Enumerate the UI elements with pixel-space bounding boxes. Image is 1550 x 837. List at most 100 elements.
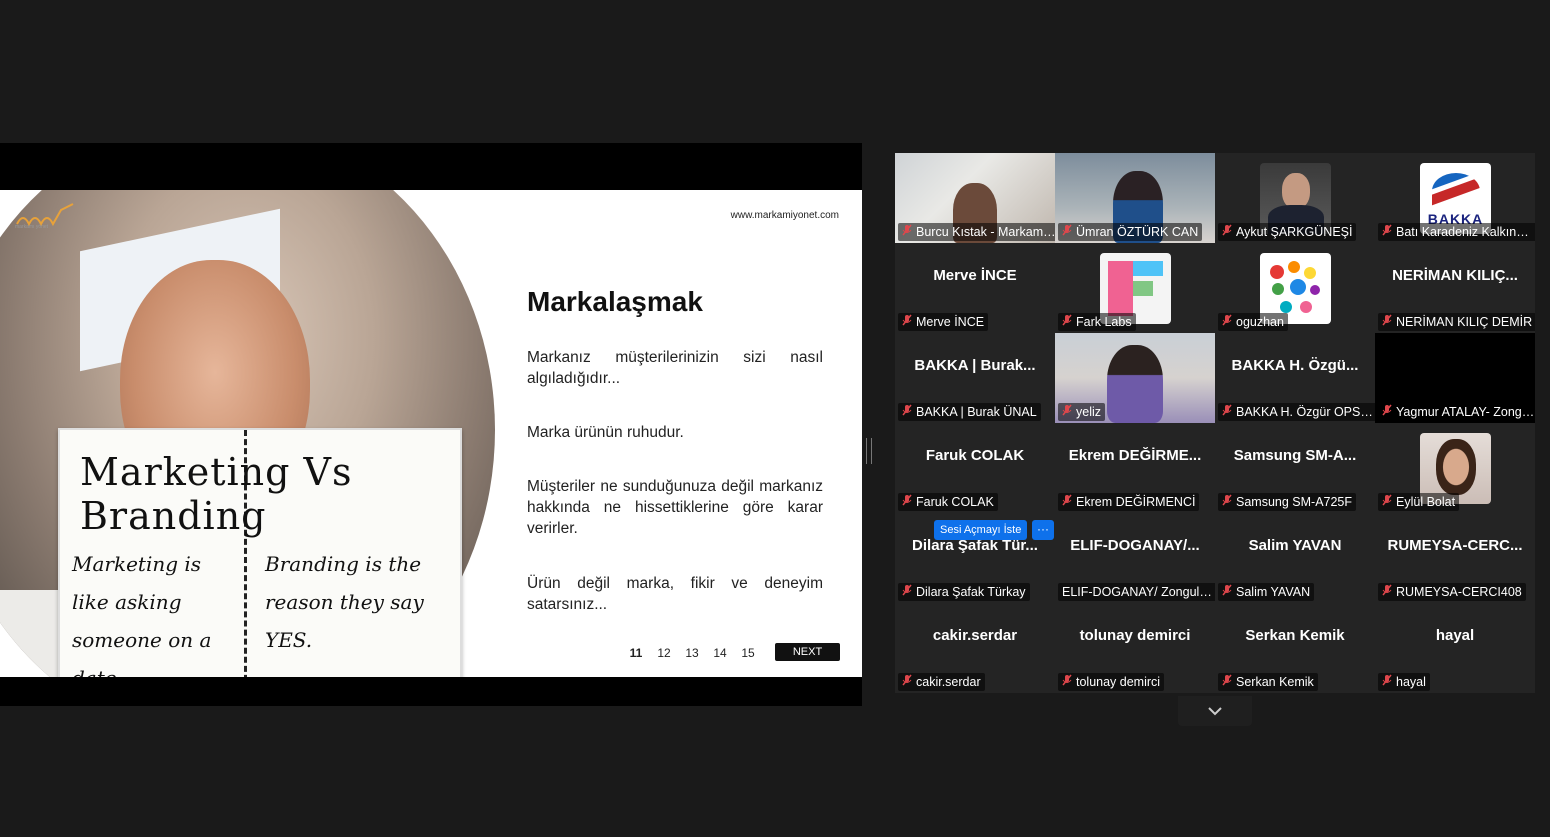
participant-tile[interactable]: Ekrem DEĞİRME... Ekrem DEĞİRMENCİ bbox=[1055, 423, 1215, 513]
participant-tile[interactable]: oguzhan bbox=[1215, 243, 1375, 333]
muted-mic-icon bbox=[1222, 313, 1232, 331]
avatar-dot bbox=[1290, 279, 1306, 295]
participant-display-name: cakir.serdar bbox=[932, 627, 1018, 644]
participant-tile[interactable]: Merve İNCE Merve İNCE bbox=[895, 243, 1055, 333]
participant-label-text: hayal bbox=[1396, 675, 1426, 689]
participant-tile[interactable]: cakir.serdar cakir.serdar bbox=[895, 603, 1055, 693]
participant-tile[interactable]: Burcu Kıstak - Markamı Yönet bbox=[895, 153, 1055, 243]
participant-display-name: Serkan Kemik bbox=[1245, 627, 1345, 644]
muted-mic-icon bbox=[1382, 493, 1392, 511]
avatar-dot bbox=[1310, 285, 1320, 295]
participant-tile[interactable]: BAKKA H. Özgü... BAKKA H. Özgür OPSAR bbox=[1215, 333, 1375, 423]
avatar-shape bbox=[1133, 261, 1163, 276]
participant-tile[interactable]: Aykut ŞARKGÜNEŞİ bbox=[1215, 153, 1375, 243]
participant-tile[interactable]: ELIF-DOGANAY/... ELIF-DOGANAY/ Zonguldak bbox=[1055, 513, 1215, 603]
avatar-dot bbox=[1300, 301, 1312, 313]
page-link[interactable]: 13 bbox=[678, 646, 706, 660]
participant-name-label: Batı Karadeniz Kalkınma Ajansı bbox=[1378, 223, 1535, 241]
muted-mic-icon bbox=[1382, 583, 1392, 601]
participant-tile[interactable]: Salim YAVAN Salim YAVAN bbox=[1215, 513, 1375, 603]
muted-mic-icon bbox=[902, 673, 912, 691]
participant-tile[interactable]: Serkan Kemik Serkan Kemik bbox=[1215, 603, 1375, 693]
muted-mic-icon bbox=[1222, 403, 1232, 421]
muted-mic-icon bbox=[902, 313, 912, 331]
slide-paragraph: Müşteriler ne sunduğunuza değil markanız… bbox=[527, 478, 823, 537]
participant-name-label: Merve İNCE bbox=[898, 313, 989, 331]
muted-mic-icon bbox=[1222, 223, 1232, 241]
participant-tile[interactable]: Eylül Bolat bbox=[1375, 423, 1535, 513]
participant-name-label: yeliz bbox=[1058, 403, 1106, 421]
participant-label-text: cakir.serdar bbox=[916, 675, 981, 689]
participant-label-text: Fark Labs bbox=[1076, 315, 1132, 329]
participant-tile[interactable]: NERİMAN KILIÇ... NERİMAN KILIÇ DEMİR bbox=[1375, 243, 1535, 333]
participant-label-text: Samsung SM-A725F bbox=[1236, 495, 1353, 509]
participant-tile[interactable]: Fark Labs bbox=[1055, 243, 1215, 333]
muted-mic-icon bbox=[1382, 673, 1392, 691]
participant-tile[interactable]: hayal hayal bbox=[1375, 603, 1535, 693]
participant-tile[interactable]: BAKKABatı Karadeniz Kalkınma Ajansı bbox=[1375, 153, 1535, 243]
participant-label-text: yeliz bbox=[1076, 405, 1102, 419]
avatar-shape bbox=[1282, 173, 1310, 209]
muted-mic-icon bbox=[1382, 223, 1392, 241]
shared-screen: Marketing Vs Branding Marketing is like … bbox=[0, 143, 862, 706]
avatar-shape bbox=[1436, 439, 1476, 495]
splitter-handle[interactable] bbox=[866, 438, 872, 464]
participant-tile[interactable]: yeliz bbox=[1055, 333, 1215, 423]
participant-name-label: Samsung SM-A725F bbox=[1218, 493, 1357, 511]
chevron-down-icon[interactable] bbox=[1178, 696, 1252, 726]
next-button[interactable]: NEXT bbox=[775, 643, 840, 661]
page-link[interactable]: 14 bbox=[706, 646, 734, 660]
avatar-shape bbox=[1432, 173, 1480, 209]
slide-paragraph: Marka ürünün ruhudur. bbox=[527, 424, 684, 441]
participant-label-text: BAKKA H. Özgür OPSAR bbox=[1236, 405, 1375, 419]
participant-label-text: Ümran ÖZTÜRK CAN bbox=[1076, 225, 1199, 239]
participant-label-text: Faruk COLAK bbox=[916, 495, 994, 509]
participant-tile[interactable]: RUMEYSA-CERC... RUMEYSA-CERCI408 bbox=[1375, 513, 1535, 603]
muted-mic-icon bbox=[1062, 673, 1072, 691]
sign-title: Marketing Vs Branding bbox=[80, 450, 353, 538]
slide-paragraph: Ürün değil marka, fikir ve deneyim satar… bbox=[527, 575, 823, 613]
participant-label-text: NERİMAN KILIÇ DEMİR bbox=[1396, 315, 1533, 329]
participant-name-label: Eylül Bolat bbox=[1378, 493, 1460, 511]
page-link[interactable]: 12 bbox=[650, 646, 678, 660]
participant-name-label: BAKKA H. Özgür OPSAR bbox=[1218, 403, 1375, 421]
logo-text: markamı yönet bbox=[15, 224, 49, 230]
participant-label-text: Eylül Bolat bbox=[1396, 495, 1456, 509]
muted-mic-icon bbox=[1222, 673, 1232, 691]
participant-gallery: Burcu Kıstak - Markamı Yönet Ümran ÖZTÜRK… bbox=[895, 153, 1535, 693]
sign-right-text: Branding is the reason they say YES. bbox=[265, 552, 424, 652]
participant-name-label: Salim YAVAN bbox=[1218, 583, 1315, 601]
page-link[interactable]: 15 bbox=[734, 646, 762, 660]
avatar-dot bbox=[1270, 265, 1284, 279]
participant-name-label: RUMEYSA-CERCI408 bbox=[1378, 583, 1526, 601]
page-link-current[interactable]: 11 bbox=[622, 646, 650, 660]
participant-display-name: Samsung SM-A... bbox=[1233, 447, 1357, 464]
participant-name-label: hayal bbox=[1378, 673, 1430, 691]
participant-name-label: Dilara Şafak Türkay bbox=[898, 583, 1030, 601]
participant-display-name: ELIF-DOGANAY/... bbox=[1070, 537, 1200, 554]
participant-tile[interactable]: Ümran ÖZTÜRK CAN bbox=[1055, 153, 1215, 243]
participant-label-text: Merve İNCE bbox=[916, 315, 985, 329]
muted-mic-icon bbox=[1062, 223, 1072, 241]
participant-tile[interactable]: tolunay demirci tolunay demirci bbox=[1055, 603, 1215, 693]
participant-tile[interactable]: BAKKA | Burak... BAKKA | Burak ÜNAL bbox=[895, 333, 1055, 423]
participant-tile[interactable]: Samsung SM-A... Samsung SM-A725F bbox=[1215, 423, 1375, 513]
more-options-button[interactable]: ··· bbox=[1032, 520, 1054, 540]
participant-display-name: hayal bbox=[1435, 627, 1475, 644]
avatar-dot bbox=[1280, 301, 1292, 313]
avatar-dot bbox=[1272, 283, 1284, 295]
participant-display-name: RUMEYSA-CERC... bbox=[1387, 537, 1523, 554]
participant-tile[interactable]: Faruk COLAK Faruk COLAK bbox=[895, 423, 1055, 513]
slide-url: www.markamiyonet.com bbox=[730, 210, 839, 221]
participant-label-text: Serkan Kemik bbox=[1236, 675, 1314, 689]
participant-display-name: tolunay demirci bbox=[1079, 627, 1191, 644]
sign-left-text: Marketing is like asking someone on a da… bbox=[72, 552, 212, 677]
request-unmute-button[interactable]: Sesi Açmayı İste bbox=[934, 520, 1028, 540]
muted-mic-icon bbox=[902, 493, 912, 511]
participant-name-label: Serkan Kemik bbox=[1218, 673, 1318, 691]
participant-label-text: tolunay demirci bbox=[1076, 675, 1161, 689]
muted-mic-icon bbox=[1062, 403, 1072, 421]
avatar-dot bbox=[1304, 267, 1316, 279]
participant-tile[interactable]: Yagmur ATALAY- Zonguldak bbox=[1375, 333, 1535, 423]
avatar-shape bbox=[1133, 281, 1153, 296]
